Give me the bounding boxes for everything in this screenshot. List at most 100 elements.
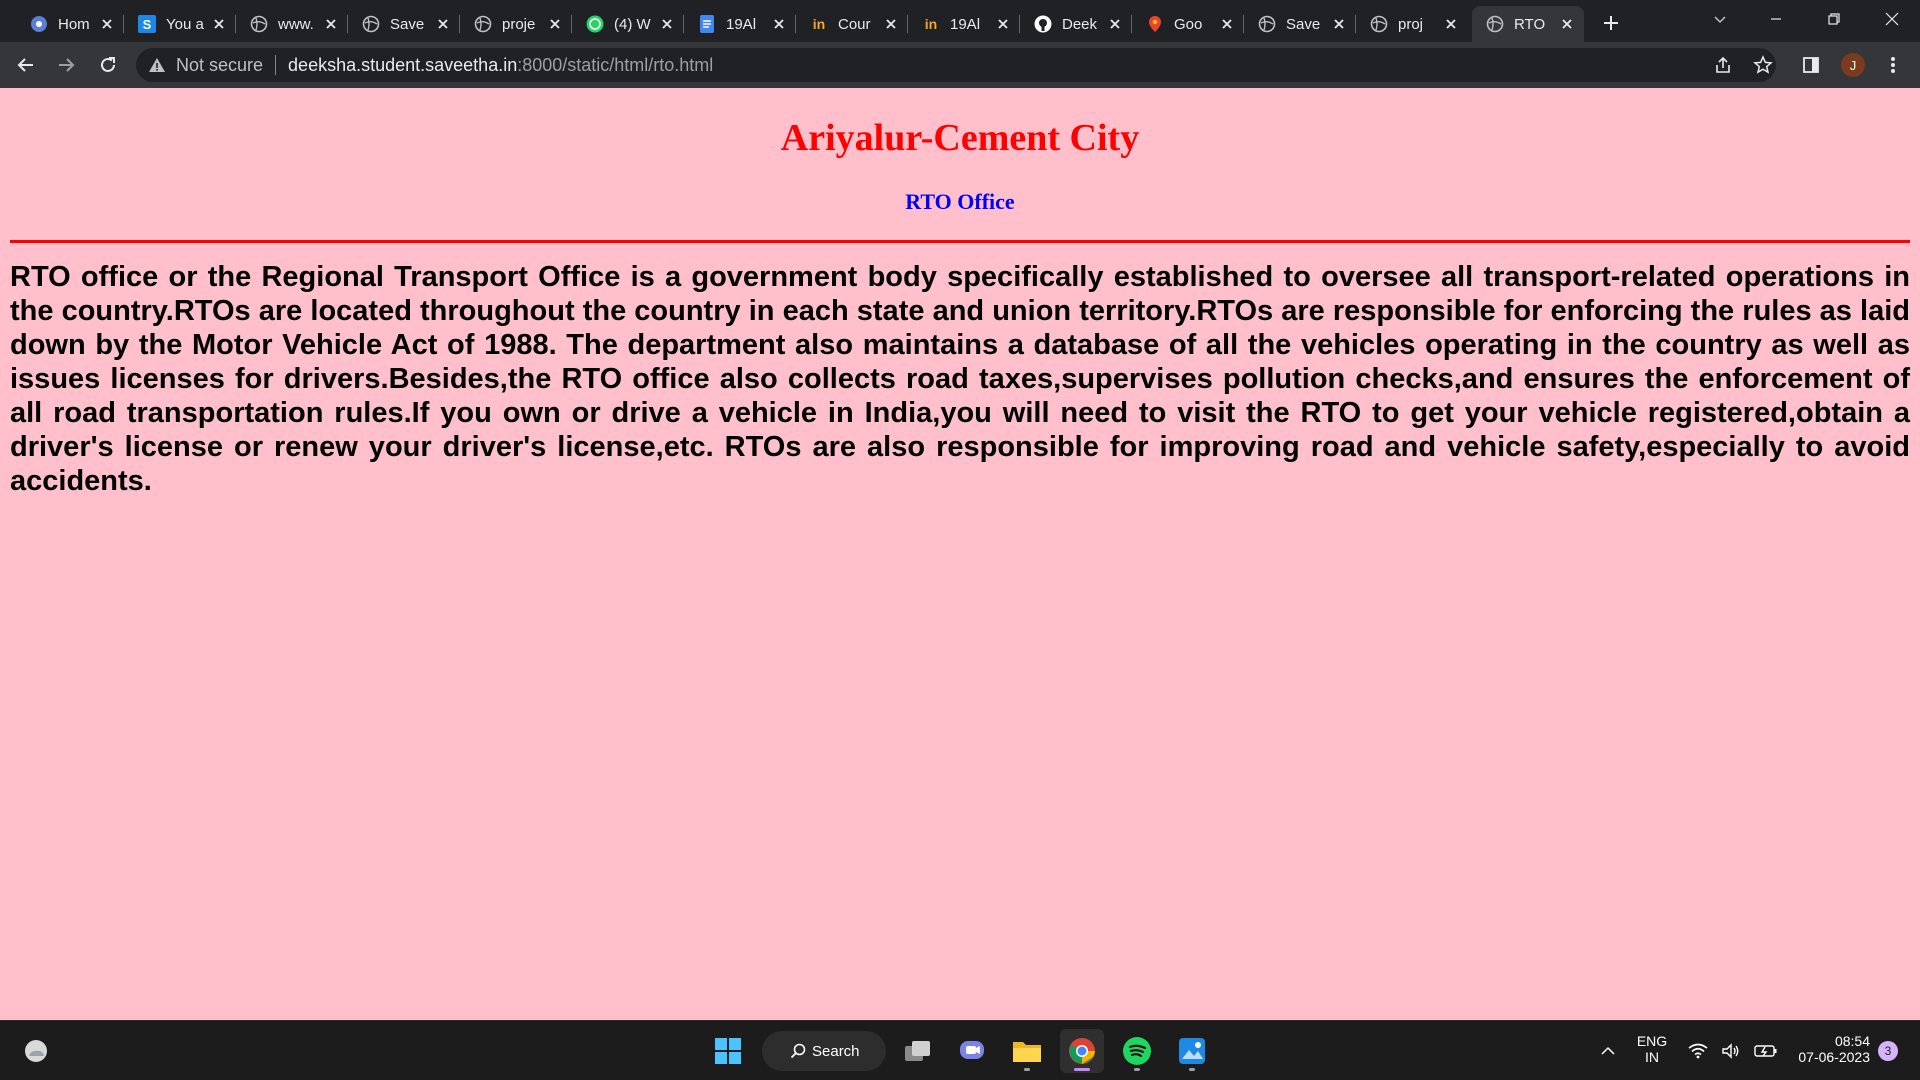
start-button[interactable] [706, 1029, 750, 1073]
search-label: Search [812, 1042, 860, 1060]
forward-button[interactable] [50, 49, 82, 81]
warning-icon [149, 58, 165, 72]
close-icon[interactable] [772, 17, 786, 31]
minimize-button[interactable] [1748, 0, 1804, 38]
quick-settings[interactable] [1688, 1039, 1778, 1063]
taskbar-search[interactable]: Search [762, 1031, 886, 1071]
close-icon[interactable] [436, 17, 450, 31]
globe-icon [250, 15, 268, 33]
file-explorer-button[interactable] [1005, 1029, 1049, 1073]
profile-button[interactable]: J [1838, 50, 1868, 80]
close-icon[interactable] [324, 17, 338, 31]
tab-title: Cour [838, 15, 871, 33]
task-view-button[interactable] [896, 1029, 940, 1073]
reload-button[interactable] [92, 49, 124, 81]
bookmark-button[interactable] [1748, 50, 1778, 80]
notification-badge[interactable]: 3 [1878, 1041, 1898, 1061]
star-icon [1753, 55, 1773, 74]
tab-title: proj [1398, 15, 1424, 33]
tab-title: 19Al [726, 15, 757, 33]
browser-tab[interactable]: (4) W [572, 6, 684, 42]
app-icon [30, 15, 48, 33]
close-icon[interactable] [1220, 17, 1234, 31]
minimize-icon [1771, 18, 1781, 20]
restore-button[interactable] [1806, 0, 1862, 38]
search-icon [790, 1043, 806, 1059]
battery-icon [1754, 1045, 1777, 1057]
address-bar[interactable]: Not secure deeksha.student.saveetha.in:8… [136, 48, 1776, 82]
browser-tab-active[interactable]: RTO [1472, 6, 1584, 42]
close-icon[interactable] [996, 17, 1010, 31]
globe-icon [1258, 15, 1276, 33]
browser-tab[interactable]: Deek [1020, 6, 1132, 42]
close-icon[interactable] [1444, 17, 1458, 31]
tab-title: 19Al [950, 15, 981, 33]
page-paragraph: RTO office or the Regional Transport Off… [10, 261, 1910, 497]
language-code: ENG [1636, 1033, 1668, 1049]
running-indicator [1189, 1068, 1195, 1071]
github-icon [1034, 15, 1052, 33]
new-tab-button[interactable] [1596, 8, 1626, 38]
globe-icon [1370, 15, 1388, 33]
close-window-button[interactable] [1864, 0, 1920, 38]
browser-toolbar: Not secure deeksha.student.saveetha.in:8… [0, 42, 1920, 88]
divider [275, 55, 277, 75]
browser-tab[interactable]: Goo [1132, 6, 1244, 42]
spotify-button[interactable] [1115, 1029, 1159, 1073]
share-icon [1716, 56, 1730, 73]
weather-widget[interactable] [20, 1035, 52, 1067]
browser-tab[interactable]: www. [236, 6, 348, 42]
tab-title: Hom [58, 15, 90, 33]
browser-tab[interactable]: 19Al [684, 6, 796, 42]
tab-title: Deek [1062, 15, 1098, 33]
clock[interactable]: 08:54 07-06-2023 [1782, 1033, 1870, 1065]
chat-icon [960, 1041, 984, 1059]
chrome-button[interactable] [1060, 1029, 1104, 1073]
task-view-icon [905, 1041, 930, 1061]
close-icon[interactable] [1108, 17, 1122, 31]
running-indicator [1024, 1068, 1030, 1071]
chevron-down-icon [1714, 16, 1726, 24]
security-label[interactable]: Not secure [176, 55, 263, 76]
close-icon[interactable] [884, 17, 898, 31]
close-icon[interactable] [1560, 17, 1574, 31]
browser-tab[interactable]: Hom [16, 6, 124, 42]
chevron-up-icon [1601, 1046, 1615, 1055]
menu-button[interactable] [1878, 50, 1908, 80]
svg-text:S: S [143, 17, 152, 32]
side-panel-button[interactable] [1796, 50, 1826, 80]
volume-icon [1722, 1043, 1739, 1059]
in-icon: in [922, 15, 940, 33]
region-code: IN [1645, 1049, 1659, 1065]
close-icon[interactable] [548, 17, 562, 31]
tab-search-button[interactable] [1692, 0, 1748, 38]
globe-icon [1486, 15, 1504, 33]
browser-tab[interactable]: Save [1244, 6, 1356, 42]
teams-chat-button[interactable] [950, 1029, 994, 1073]
hidden-icons-button[interactable] [1598, 1041, 1618, 1061]
in-icon: in [810, 15, 828, 33]
arrow-right-icon [59, 58, 75, 72]
browser-tab[interactable]: in Cour [796, 6, 908, 42]
s-icon: S [138, 15, 156, 33]
reload-icon [101, 57, 115, 72]
close-icon[interactable] [100, 17, 114, 31]
share-button[interactable] [1708, 50, 1738, 80]
close-icon[interactable] [1332, 17, 1346, 31]
browser-tab[interactable]: proj [1356, 6, 1468, 42]
browser-tab[interactable]: S You a [124, 6, 236, 42]
back-button[interactable] [10, 49, 42, 81]
browser-tab[interactable]: in 19Al [908, 6, 1020, 42]
wifi-icon [1688, 1043, 1708, 1059]
browser-tab[interactable]: Save [348, 6, 460, 42]
globe-icon [362, 15, 380, 33]
photos-button[interactable] [1170, 1029, 1214, 1073]
language-indicator[interactable]: ENG IN [1630, 1033, 1674, 1065]
url-path: :8000/static/html/rto.html [517, 54, 714, 75]
globe-icon [474, 15, 492, 33]
close-icon[interactable] [212, 17, 226, 31]
docs-icon [698, 15, 716, 33]
close-icon[interactable] [660, 17, 674, 31]
browser-tab[interactable]: proje [460, 6, 572, 42]
plus-icon [1604, 16, 1618, 30]
